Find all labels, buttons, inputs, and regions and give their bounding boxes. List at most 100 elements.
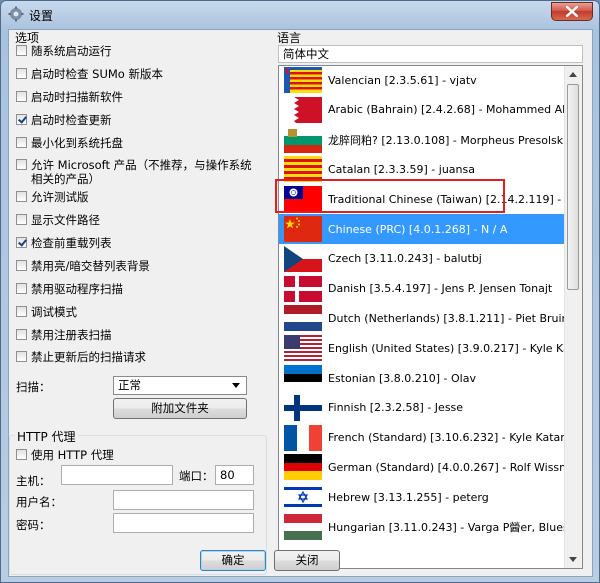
option-checkbox-row[interactable]: 显示文件路径 — [16, 213, 254, 231]
scroll-up-icon[interactable] — [569, 72, 577, 77]
option-checkbox-row[interactable]: 最小化到系统托盘 — [16, 136, 254, 154]
option-label: 随系统启动运行 — [31, 44, 112, 58]
option-label: 调试模式 — [31, 305, 77, 319]
czech-flag-icon — [284, 245, 322, 272]
language-item-label: French (Standard) [3.10.6.232] - Kyle Ka… — [328, 431, 572, 445]
option-checkbox-row[interactable]: 随系统启动运行 — [16, 44, 254, 62]
language-item[interactable]: Valencian [2.3.5.61] - vjatv — [279, 66, 565, 95]
option-checkbox-row[interactable]: 允许 Microsoft 产品（不推荐，与操作系统相关的产品） — [16, 158, 254, 186]
language-item[interactable]: 龙脺冏粕? [2.13.0.108] - Morpheus Presolski — [279, 125, 567, 155]
option-checkbox-row[interactable]: 检查前重载列表 — [16, 236, 254, 254]
option-checkbox-row[interactable]: 启动时扫描新软件 — [16, 90, 254, 108]
language-item[interactable]: Dutch (Netherlands) [3.8.1.211] - Piet B… — [279, 303, 582, 333]
username-input[interactable] — [113, 490, 254, 510]
ok-button[interactable]: 确定 — [200, 550, 266, 571]
language-item-label: Czech [3.11.0.243] - balutbj — [328, 252, 482, 266]
option-checkbox-row[interactable]: 禁用注册表扫描 — [16, 328, 254, 346]
language-item[interactable]: Danish [3.5.4.197] - Jens P. Jensen Tona… — [279, 274, 565, 304]
current-language: 简体中文 — [278, 45, 583, 63]
gear-icon — [8, 6, 24, 22]
language-item[interactable]: German (Standard) [4.0.0.267] - Rolf Wis… — [279, 452, 582, 482]
scan-label: 扫描： — [16, 380, 51, 394]
option-label: 禁用亮/暗交替列表背景 — [31, 259, 150, 273]
close-window-button[interactable] — [551, 2, 593, 21]
option-checkbox-row[interactable]: 禁用驱动程序扫描 — [16, 282, 254, 300]
host-input[interactable] — [61, 465, 173, 485]
username-label: 用户名： — [16, 495, 62, 509]
option-label: 启动时检查 SUMo 新版本 — [31, 67, 163, 81]
option-label: 启动时扫描新软件 — [31, 90, 123, 104]
language-item[interactable]: Czech [3.11.0.243] - balutbj — [279, 244, 565, 274]
dialog-body: 选项 随系统启动运行 启动时检查 SUMo 新版本 启动时扫描新软件 启动时检查更新最… — [8, 29, 593, 577]
option-check-box[interactable] — [16, 137, 27, 148]
option-check-box[interactable] — [16, 214, 27, 225]
language-list[interactable]: Valencian [2.3.5.61] - vjatv Arabic (Bahr… — [278, 65, 583, 569]
option-check-box[interactable] — [16, 237, 27, 248]
password-input[interactable] — [113, 513, 254, 533]
language-item-label: Chinese (PRC) [4.0.1.268] - N / A — [328, 222, 508, 236]
option-check-box[interactable] — [16, 351, 27, 362]
option-checkbox-row[interactable]: 调试模式 — [16, 305, 254, 323]
close-button[interactable]: 关闭 — [274, 550, 340, 571]
denmark-flag-icon — [284, 275, 322, 302]
language-item[interactable]: Finnish [2.3.2.58] - Jesse — [279, 393, 565, 423]
language-item-label: 龙脺冏粕? [2.13.0.108] - Morpheus Presolski — [328, 133, 567, 147]
language-item[interactable]: Estonian [3.8.0.210] - Olav — [279, 363, 565, 393]
title-bar[interactable]: 设置 — [1, 1, 599, 29]
close-icon — [566, 6, 578, 17]
option-check-box[interactable] — [16, 91, 27, 102]
language-item[interactable]: Hungarian [3.11.0.243] - Varga P醟er, Blu… — [279, 512, 582, 542]
option-label: 禁止更新后的扫描请求 — [31, 350, 146, 364]
option-check-box[interactable] — [16, 329, 27, 340]
option-checkbox-row[interactable]: 启动时检查更新 — [16, 113, 254, 131]
option-label: 显示文件路径 — [31, 213, 100, 227]
option-checkbox-row[interactable]: 启动时检查 SUMo 新版本 — [16, 67, 254, 85]
use-proxy-label: 使用 HTTP 代理 — [31, 448, 114, 462]
option-label: 允许测试版 — [31, 190, 89, 204]
port-input[interactable]: 80 — [215, 465, 254, 485]
attach-folder-button[interactable]: 附加文件夹 — [113, 398, 247, 419]
language-item[interactable]: English (United States) [3.9.0.217] - Ky… — [279, 333, 582, 363]
language-item-label: Danish [3.5.4.197] - Jens P. Jensen Tona… — [328, 282, 553, 296]
estonia-flag-icon — [284, 365, 322, 391]
language-item[interactable]: French (Standard) [3.10.6.232] - Kyle Ka… — [279, 423, 572, 453]
use-proxy-check-box[interactable] — [16, 449, 27, 460]
option-check-box[interactable] — [16, 159, 27, 170]
scroll-down-icon[interactable] — [569, 557, 577, 562]
israel-flag-icon — [284, 484, 322, 511]
http-proxy-group-label: HTTP 代理 — [15, 428, 78, 445]
scan-mode-value: 正常 — [118, 378, 141, 392]
language-item-label: Finnish [2.3.2.58] - Jesse — [328, 401, 464, 415]
option-check-box[interactable] — [16, 191, 27, 202]
option-checkbox-row[interactable]: 禁止更新后的扫描请求 — [16, 350, 254, 368]
language-item[interactable]: Arabic (Bahrain) [2.4.2.68] - Mohammed A… — [279, 95, 582, 125]
language-list-scrollbar[interactable] — [564, 66, 582, 568]
language-item-label: Valencian [2.3.5.61] - vjatv — [328, 73, 477, 87]
port-label: 端口： — [179, 469, 214, 483]
language-group-label: 语言 — [277, 31, 302, 45]
language-item[interactable]: Hebrew [3.13.1.255] - peterg — [279, 482, 565, 512]
option-check-box[interactable] — [16, 114, 27, 125]
scan-mode-select[interactable]: 正常 — [113, 376, 247, 395]
option-label: 检查前重载列表 — [31, 236, 112, 250]
use-http-proxy-checkbox[interactable]: 使用 HTTP 代理 — [16, 448, 114, 466]
selection-highlight-box — [275, 179, 505, 213]
option-check-box[interactable] — [16, 260, 27, 271]
finland-flag-icon — [284, 394, 322, 421]
settings-window: 设置 选项 随系统启动运行 启动时检查 SUMo 新版本 启动时扫描新软件 启动时检查… — [0, 0, 600, 583]
scroll-thumb[interactable] — [567, 84, 579, 290]
option-check-box[interactable] — [16, 283, 27, 294]
option-check-box[interactable] — [16, 68, 27, 79]
option-check-box[interactable] — [16, 306, 27, 317]
language-item-label: English (United States) [3.9.0.217] - Ky… — [328, 341, 583, 355]
option-label: 启动时检查更新 — [31, 113, 112, 127]
password-label: 密码： — [16, 518, 51, 532]
option-checkbox-row[interactable]: 允许测试版 — [16, 190, 254, 208]
language-item-label: Estonian [3.8.0.210] - Olav — [328, 371, 476, 385]
netherlands-flag-icon — [284, 305, 322, 332]
option-checkbox-row[interactable]: 禁用亮/暗交替列表背景 — [16, 259, 254, 277]
option-check-box[interactable] — [16, 45, 27, 56]
host-label: 主机： — [16, 474, 51, 488]
language-item-label: Hebrew [3.13.1.255] - peterg — [328, 490, 489, 504]
language-item[interactable]: Chinese (PRC) [4.0.1.268] - N / A — [279, 214, 565, 244]
